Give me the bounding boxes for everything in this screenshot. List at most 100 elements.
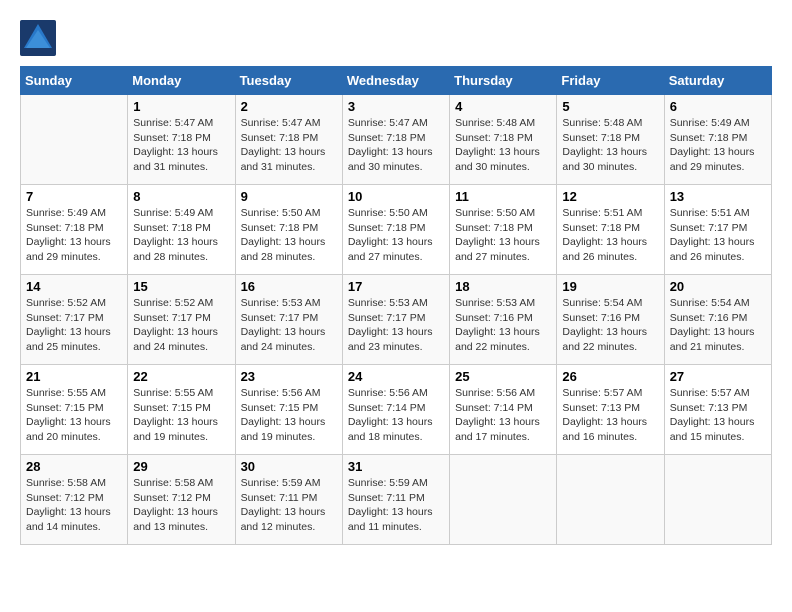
day-number: 19 [562,279,658,294]
day-number: 16 [241,279,337,294]
calendar-cell: 11 Sunrise: 5:50 AM Sunset: 7:18 PM Dayli… [450,185,557,275]
day-number: 23 [241,369,337,384]
day-number: 4 [455,99,551,114]
day-number: 11 [455,189,551,204]
calendar-table: SundayMondayTuesdayWednesdayThursdayFrid… [20,66,772,545]
calendar-cell: 29 Sunrise: 5:58 AM Sunset: 7:12 PM Dayli… [128,455,235,545]
calendar-cell: 7 Sunrise: 5:49 AM Sunset: 7:18 PM Daylig… [21,185,128,275]
day-number: 27 [670,369,766,384]
calendar-cell: 22 Sunrise: 5:55 AM Sunset: 7:15 PM Dayli… [128,365,235,455]
calendar-week-4: 21 Sunrise: 5:55 AM Sunset: 7:15 PM Dayli… [21,365,772,455]
day-detail: Sunrise: 5:54 AM Sunset: 7:16 PM Dayligh… [562,296,658,355]
calendar-cell: 1 Sunrise: 5:47 AM Sunset: 7:18 PM Daylig… [128,95,235,185]
day-number: 14 [26,279,122,294]
day-detail: Sunrise: 5:49 AM Sunset: 7:18 PM Dayligh… [670,116,766,175]
calendar-cell: 17 Sunrise: 5:53 AM Sunset: 7:17 PM Dayli… [342,275,449,365]
day-detail: Sunrise: 5:58 AM Sunset: 7:12 PM Dayligh… [26,476,122,535]
day-detail: Sunrise: 5:52 AM Sunset: 7:17 PM Dayligh… [133,296,229,355]
calendar-cell: 15 Sunrise: 5:52 AM Sunset: 7:17 PM Dayli… [128,275,235,365]
calendar-cell: 25 Sunrise: 5:56 AM Sunset: 7:14 PM Dayli… [450,365,557,455]
calendar-cell: 14 Sunrise: 5:52 AM Sunset: 7:17 PM Dayli… [21,275,128,365]
day-detail: Sunrise: 5:50 AM Sunset: 7:18 PM Dayligh… [455,206,551,265]
calendar-body: 1 Sunrise: 5:47 AM Sunset: 7:18 PM Daylig… [21,95,772,545]
day-header-friday: Friday [557,67,664,95]
day-number: 7 [26,189,122,204]
day-detail: Sunrise: 5:52 AM Sunset: 7:17 PM Dayligh… [26,296,122,355]
day-detail: Sunrise: 5:51 AM Sunset: 7:17 PM Dayligh… [670,206,766,265]
day-header-sunday: Sunday [21,67,128,95]
day-detail: Sunrise: 5:48 AM Sunset: 7:18 PM Dayligh… [562,116,658,175]
day-number: 10 [348,189,444,204]
day-detail: Sunrise: 5:47 AM Sunset: 7:18 PM Dayligh… [133,116,229,175]
calendar-cell: 3 Sunrise: 5:47 AM Sunset: 7:18 PM Daylig… [342,95,449,185]
calendar-cell: 24Sunrise: 5:56 AM Sunset: 7:14 PM Dayli… [342,365,449,455]
day-detail: Sunrise: 5:47 AM Sunset: 7:18 PM Dayligh… [348,116,444,175]
logo-icon [20,20,56,56]
day-number: 9 [241,189,337,204]
day-header-monday: Monday [128,67,235,95]
calendar-cell: 4 Sunrise: 5:48 AM Sunset: 7:18 PM Daylig… [450,95,557,185]
day-number: 3 [348,99,444,114]
calendar-week-3: 14 Sunrise: 5:52 AM Sunset: 7:17 PM Dayli… [21,275,772,365]
day-detail: Sunrise: 5:53 AM Sunset: 7:17 PM Dayligh… [241,296,337,355]
day-detail: Sunrise: 5:47 AM Sunset: 7:18 PM Dayligh… [241,116,337,175]
day-detail: Sunrise: 5:49 AM Sunset: 7:18 PM Dayligh… [133,206,229,265]
day-detail: Sunrise: 5:50 AM Sunset: 7:18 PM Dayligh… [241,206,337,265]
day-detail: Sunrise: 5:55 AM Sunset: 7:15 PM Dayligh… [133,386,229,445]
calendar-cell: 28 Sunrise: 5:58 AM Sunset: 7:12 PM Dayli… [21,455,128,545]
calendar-cell [664,455,771,545]
day-detail: Sunrise: 5:51 AM Sunset: 7:18 PM Dayligh… [562,206,658,265]
calendar-cell: 10 Sunrise: 5:50 AM Sunset: 7:18 PM Dayli… [342,185,449,275]
calendar-cell: 26 Sunrise: 5:57 AM Sunset: 7:13 PM Dayli… [557,365,664,455]
day-number: 26 [562,369,658,384]
logo [20,20,60,56]
day-number: 31 [348,459,444,474]
calendar-cell: 27 Sunrise: 5:57 AM Sunset: 7:13 PM Dayli… [664,365,771,455]
day-detail: Sunrise: 5:55 AM Sunset: 7:15 PM Dayligh… [26,386,122,445]
day-header-wednesday: Wednesday [342,67,449,95]
day-number: 20 [670,279,766,294]
calendar-cell: 30Sunrise: 5:59 AM Sunset: 7:11 PM Dayli… [235,455,342,545]
day-number: 8 [133,189,229,204]
calendar-cell: 2Sunrise: 5:47 AM Sunset: 7:18 PM Daylig… [235,95,342,185]
calendar-cell: 20 Sunrise: 5:54 AM Sunset: 7:16 PM Dayli… [664,275,771,365]
calendar-cell: 18 Sunrise: 5:53 AM Sunset: 7:16 PM Dayli… [450,275,557,365]
day-detail: Sunrise: 5:50 AM Sunset: 7:18 PM Dayligh… [348,206,444,265]
calendar-cell: 13Sunrise: 5:51 AM Sunset: 7:17 PM Dayli… [664,185,771,275]
day-header-thursday: Thursday [450,67,557,95]
day-number: 28 [26,459,122,474]
calendar-week-5: 28 Sunrise: 5:58 AM Sunset: 7:12 PM Dayli… [21,455,772,545]
calendar-cell: 16 Sunrise: 5:53 AM Sunset: 7:17 PM Dayli… [235,275,342,365]
day-detail: Sunrise: 5:53 AM Sunset: 7:17 PM Dayligh… [348,296,444,355]
day-number: 12 [562,189,658,204]
day-detail: Sunrise: 5:48 AM Sunset: 7:18 PM Dayligh… [455,116,551,175]
day-detail: Sunrise: 5:54 AM Sunset: 7:16 PM Dayligh… [670,296,766,355]
page-header [20,20,772,56]
day-detail: Sunrise: 5:57 AM Sunset: 7:13 PM Dayligh… [562,386,658,445]
day-number: 30 [241,459,337,474]
calendar-cell [21,95,128,185]
calendar-week-2: 7 Sunrise: 5:49 AM Sunset: 7:18 PM Daylig… [21,185,772,275]
day-number: 18 [455,279,551,294]
day-detail: Sunrise: 5:56 AM Sunset: 7:14 PM Dayligh… [455,386,551,445]
calendar-week-1: 1 Sunrise: 5:47 AM Sunset: 7:18 PM Daylig… [21,95,772,185]
day-number: 5 [562,99,658,114]
day-number: 22 [133,369,229,384]
day-detail: Sunrise: 5:57 AM Sunset: 7:13 PM Dayligh… [670,386,766,445]
day-detail: Sunrise: 5:56 AM Sunset: 7:14 PM Dayligh… [348,386,444,445]
day-detail: Sunrise: 5:58 AM Sunset: 7:12 PM Dayligh… [133,476,229,535]
day-number: 21 [26,369,122,384]
day-detail: Sunrise: 5:49 AM Sunset: 7:18 PM Dayligh… [26,206,122,265]
calendar-cell: 6Sunrise: 5:49 AM Sunset: 7:18 PM Daylig… [664,95,771,185]
day-number: 29 [133,459,229,474]
calendar-cell: 9 Sunrise: 5:50 AM Sunset: 7:18 PM Daylig… [235,185,342,275]
day-number: 17 [348,279,444,294]
calendar-cell: 21 Sunrise: 5:55 AM Sunset: 7:15 PM Dayli… [21,365,128,455]
calendar-cell: 23 Sunrise: 5:56 AM Sunset: 7:15 PM Dayli… [235,365,342,455]
day-number: 15 [133,279,229,294]
day-detail: Sunrise: 5:59 AM Sunset: 7:11 PM Dayligh… [348,476,444,535]
day-number: 25 [455,369,551,384]
day-number: 1 [133,99,229,114]
day-detail: Sunrise: 5:53 AM Sunset: 7:16 PM Dayligh… [455,296,551,355]
day-detail: Sunrise: 5:56 AM Sunset: 7:15 PM Dayligh… [241,386,337,445]
